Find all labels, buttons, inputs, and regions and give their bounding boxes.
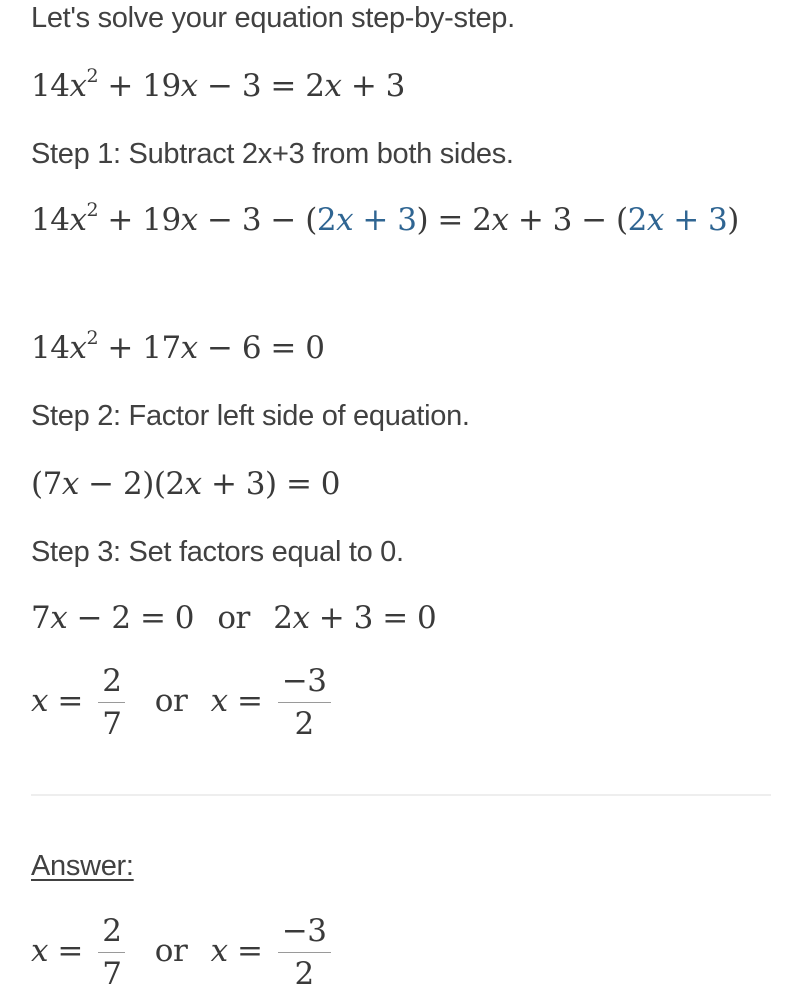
fraction: 27	[98, 912, 126, 993]
variable: x	[210, 683, 228, 719]
numerator: 2	[102, 913, 122, 949]
term: )	[727, 202, 739, 238]
fraction: −3 2	[277, 662, 331, 743]
term: 14	[31, 202, 70, 238]
fraction-bar	[98, 952, 126, 953]
fraction: 27	[98, 662, 126, 743]
fraction: −3 2	[277, 912, 331, 993]
variable: x	[491, 202, 509, 238]
term: =	[227, 683, 263, 719]
variable: x	[324, 68, 342, 104]
denominator: 7	[102, 956, 122, 992]
divider	[31, 794, 771, 796]
term: (7	[31, 466, 62, 502]
term: + 17	[107, 330, 181, 366]
highlighted-term: 2x + 3	[317, 202, 417, 238]
step-2-label: Step 2: Factor left side of equation.	[31, 400, 470, 432]
variable: x	[184, 466, 202, 502]
term: 2	[273, 600, 293, 636]
variable: x	[336, 202, 354, 238]
term: − 3 − (	[207, 202, 317, 238]
variable: x	[31, 933, 48, 969]
step-3-label: Step 3: Set factors equal to 0.	[31, 536, 404, 568]
term: + 3	[350, 68, 406, 104]
term: =	[47, 683, 83, 719]
term: 2	[316, 202, 337, 238]
variable: x	[61, 466, 79, 502]
variable: x	[69, 202, 87, 238]
or-word: or	[217, 600, 250, 636]
factored-equation: (7x − 2)(2x + 3) = 0	[31, 466, 341, 502]
variable: x	[69, 330, 87, 366]
variable: x	[69, 68, 87, 104]
numerator: 2	[102, 663, 122, 699]
variable: x	[210, 933, 228, 969]
variable: x	[180, 202, 198, 238]
solutions: x = 27 or x = −3 2	[31, 662, 337, 743]
or-word: or	[154, 683, 188, 719]
denominator: 2	[294, 956, 315, 992]
denominator: 7	[102, 706, 122, 742]
term: 14	[31, 330, 70, 366]
fraction-bar	[277, 952, 331, 953]
simplified-equation: 14x2 + 17x − 6 = 0	[31, 327, 325, 367]
variable: x	[646, 202, 664, 238]
variable: x	[180, 68, 198, 104]
variable: x	[180, 330, 198, 366]
fraction-bar	[98, 702, 126, 703]
exponent: 2	[86, 199, 99, 221]
denominator: 2	[294, 706, 315, 742]
term: 14	[31, 68, 70, 104]
term: =	[227, 933, 263, 969]
step-1-label: Step 1: Subtract 2x+3 from both sides.	[31, 138, 514, 170]
term: + 3	[663, 202, 728, 238]
term: + 3 = 0	[309, 600, 437, 636]
fraction-bar	[277, 702, 331, 703]
term: 2	[627, 202, 648, 238]
factors-zero-equation: 7x − 2 = 0 or 2x + 3 = 0	[31, 600, 437, 636]
term: ) = 2	[416, 202, 492, 238]
numerator: −3	[281, 913, 327, 949]
or-word: or	[154, 933, 188, 969]
term: + 19	[107, 202, 181, 238]
intro-text: Let's solve your equation step-by-step.	[31, 2, 515, 34]
term: 7	[31, 600, 51, 636]
term: + 19	[107, 68, 181, 104]
term: + 3) = 0	[201, 466, 341, 502]
numerator: −3	[281, 663, 327, 699]
term: − 3 =	[207, 68, 296, 104]
original-equation: 14x2 + 19x − 3 = 2x + 3	[31, 65, 406, 105]
answer-solutions: x = 27 or x = −3 2	[31, 912, 337, 993]
term: =	[47, 933, 83, 969]
variable: x	[50, 600, 68, 636]
variable: x	[292, 600, 310, 636]
exponent: 2	[86, 327, 99, 349]
term: − 2 = 0	[67, 600, 195, 636]
highlighted-term: 2x + 3	[628, 202, 728, 238]
answer-label: Answer:	[31, 850, 134, 882]
exponent: 2	[86, 65, 99, 87]
term: − 2)(2	[78, 466, 185, 502]
variable: x	[31, 683, 48, 719]
step-1-equation: 14x2 + 19x − 3 − (2x + 3) = 2x + 3 − (2x…	[31, 199, 739, 239]
term: + 3	[353, 202, 417, 238]
term: − 6 = 0	[207, 330, 325, 366]
term: + 3 − (	[508, 202, 628, 238]
term: 2	[305, 68, 325, 104]
